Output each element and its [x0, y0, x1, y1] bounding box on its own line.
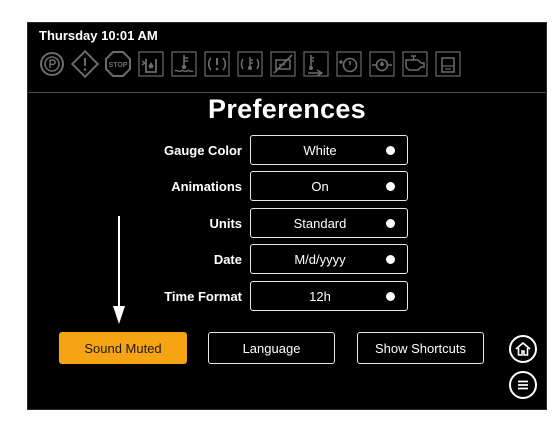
page-title: Preferences — [208, 94, 366, 124]
pref-row-units: Units Standard — [28, 208, 548, 240]
date-format-selector[interactable]: M/d/yyyy — [250, 244, 408, 274]
menu-icon — [518, 380, 528, 390]
selector-dot-icon — [386, 146, 395, 155]
home-button[interactable] — [509, 335, 537, 363]
parking-brake-icon — [37, 49, 67, 79]
animations-selector[interactable]: On — [250, 171, 408, 201]
pref-value: 12h — [309, 289, 331, 304]
selector-dot-icon — [386, 292, 395, 301]
selector-dot-icon — [386, 255, 395, 264]
oil-level-icon — [367, 49, 397, 79]
pref-label: Units — [209, 216, 243, 231]
pref-label: Time Format — [164, 289, 242, 304]
coolant-level-icon — [136, 49, 166, 79]
pref-row-time-format: Time Format 12h — [28, 281, 548, 313]
transmission-warning-icon — [202, 49, 232, 79]
time-format-selector[interactable]: 12h — [250, 281, 408, 311]
pref-value: On — [311, 179, 329, 194]
dashboard-screen: Thursday 10:01 AM STOP Preferences Gauge… — [27, 22, 547, 410]
exhaust-temp-icon — [301, 49, 331, 79]
warning-triangle-icon — [70, 49, 100, 79]
pref-label: Gauge Color — [163, 143, 242, 158]
pref-row-date: Date M/d/yyyy — [28, 244, 548, 276]
fuel-filter-icon — [433, 49, 463, 79]
dpf-regen-inhibit-icon — [268, 49, 298, 79]
oil-pressure-icon — [334, 49, 364, 79]
pointer-arrow-icon — [113, 216, 125, 324]
units-selector[interactable]: Standard — [250, 208, 408, 238]
pref-value: White — [303, 143, 337, 158]
pref-label: Date — [213, 252, 242, 267]
pref-row-gauge-color: Gauge Color White — [28, 135, 548, 167]
language-button[interactable]: Language — [208, 332, 335, 364]
clock: Thursday 10:01 AM — [39, 28, 158, 43]
gauge-color-selector[interactable]: White — [250, 135, 408, 165]
indicator-bar: STOP — [37, 49, 463, 83]
pref-row-animations: Animations On — [28, 171, 548, 203]
engine-check-icon — [400, 49, 430, 79]
sound-muted-button[interactable]: Sound Muted — [59, 332, 187, 364]
pref-value: Standard — [293, 216, 347, 231]
coolant-temp-icon — [169, 49, 199, 79]
svg-text:STOP: STOP — [109, 62, 128, 69]
selector-dot-icon — [386, 182, 395, 191]
transmission-temp-icon — [235, 49, 265, 79]
show-shortcuts-button[interactable]: Show Shortcuts — [357, 332, 484, 364]
menu-button[interactable] — [509, 371, 537, 399]
header-divider — [28, 92, 546, 93]
home-icon — [515, 341, 531, 356]
selector-dot-icon — [386, 219, 395, 228]
pref-value: M/d/yyyy — [294, 252, 346, 267]
pref-label: Animations — [171, 179, 242, 194]
stop-icon: STOP — [103, 49, 133, 79]
